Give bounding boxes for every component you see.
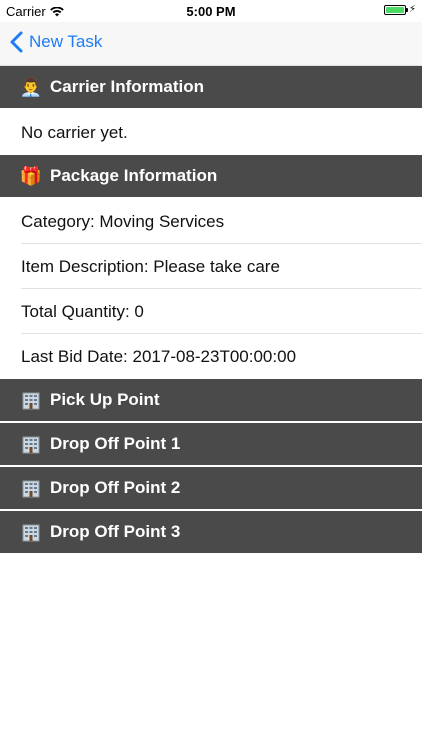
- section-header-package: 🎁 Package Information: [0, 155, 422, 199]
- package-category: Category: Moving Services: [21, 211, 225, 231]
- package-category-row: Category: Moving Services: [0, 199, 422, 244]
- businessman-icon: 👨‍💼: [19, 76, 43, 97]
- gift-icon: 🎁: [19, 165, 43, 186]
- section-header-drop-off-3[interactable]: Drop Off Point 3: [0, 511, 422, 555]
- charging-bolt-icon: ⚡: [408, 4, 416, 15]
- section-header-drop-off-2[interactable]: Drop Off Point 2: [0, 467, 422, 511]
- building-icon: [20, 434, 42, 454]
- section-title-package: Package Information: [50, 166, 218, 185]
- back-button-label: New Task: [29, 32, 103, 51]
- building-icon: [20, 522, 42, 542]
- section-title-pickup: Pick Up Point: [50, 390, 160, 409]
- section-header-drop-off-1[interactable]: Drop Off Point 1: [0, 423, 422, 467]
- package-description-row: Item Description: Please take care: [0, 244, 422, 289]
- status-time: 5:00 PM: [186, 4, 236, 19]
- section-header-carrier: 👨‍💼 Carrier Information: [0, 66, 422, 110]
- package-last-bid-row: Last Bid Date: 2017-08-23T00:00:00: [0, 334, 422, 379]
- battery-icon: [383, 4, 408, 15]
- package-quantity-row: Total Quantity: 0: [0, 289, 422, 334]
- package-quantity: Total Quantity: 0: [21, 301, 144, 321]
- building-icon: [20, 390, 42, 410]
- carrier-info-row: No carrier yet.: [0, 110, 422, 155]
- section-title-carrier: Carrier Information: [50, 77, 204, 96]
- section-title-drop-off-1: Drop Off Point 1: [50, 434, 181, 453]
- package-description: Item Description: Please take care: [21, 256, 280, 276]
- status-bar: Carrier 5:00 PM ⚡: [0, 0, 422, 22]
- back-button[interactable]: New Task: [10, 31, 102, 53]
- section-header-pickup[interactable]: Pick Up Point: [0, 379, 422, 423]
- section-title-drop-off-2: Drop Off Point 2: [50, 478, 181, 497]
- battery-indicator: ⚡: [383, 4, 416, 15]
- chevron-left-icon: [10, 31, 23, 53]
- package-last-bid: Last Bid Date: 2017-08-23T00:00:00: [21, 346, 297, 366]
- building-icon: [20, 478, 42, 498]
- section-title-drop-off-3: Drop Off Point 3: [50, 522, 181, 541]
- navigation-bar: New Task: [0, 22, 422, 66]
- carrier-status-text: No carrier yet.: [21, 122, 128, 142]
